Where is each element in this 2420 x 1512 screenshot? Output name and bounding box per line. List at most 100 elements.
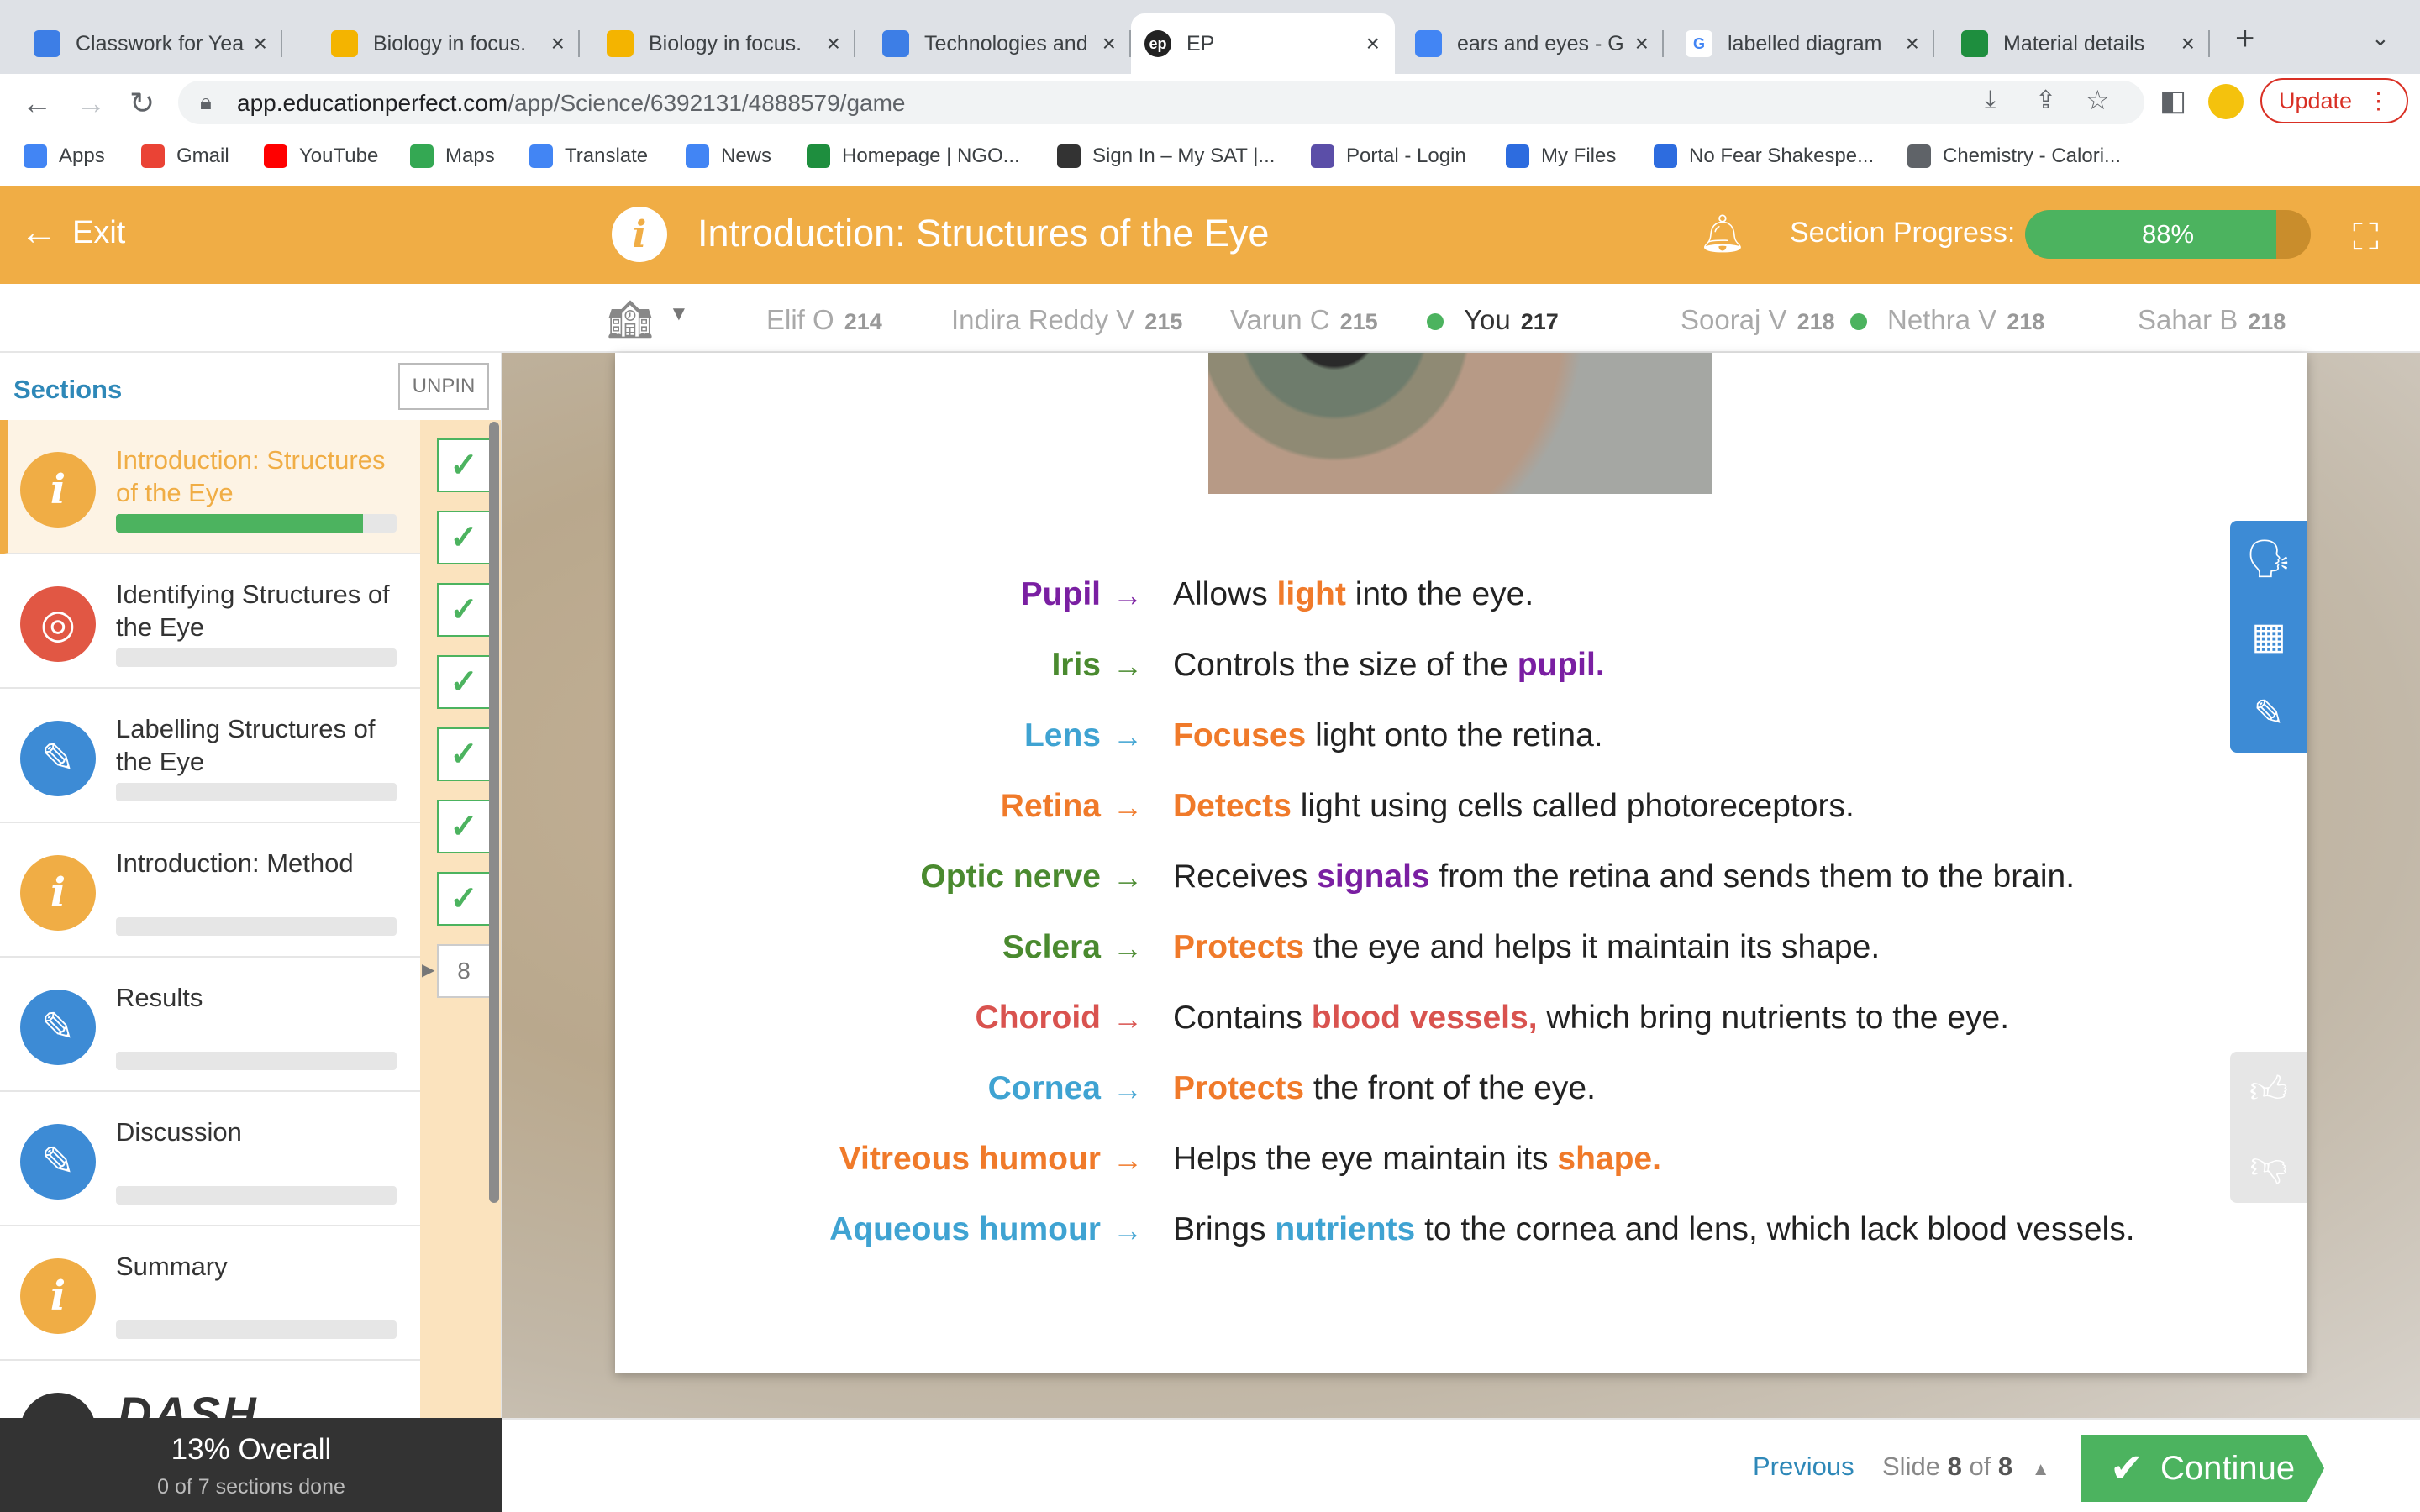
bookmark-item[interactable]: YouTube: [264, 144, 378, 168]
text-to-speech-icon[interactable]: 🗣︎: [2230, 521, 2307, 596]
arrow-left-icon: ←: [20, 212, 57, 253]
section-item[interactable]: ✎ Discussion: [0, 1092, 420, 1226]
section-item[interactable]: ✎ Labelling Structures of the Eye: [0, 689, 420, 823]
browser-tab[interactable]: Biology in focus. ×: [318, 13, 580, 74]
close-tab-icon[interactable]: ×: [827, 30, 840, 57]
forward-icon[interactable]: →: [76, 86, 106, 121]
bookmark-item[interactable]: Homepage | NGO...: [807, 144, 1020, 168]
bell-icon[interactable]: 🔔︎: [1699, 212, 1746, 255]
info-icon: i: [20, 452, 96, 528]
current-slide-marker[interactable]: 8: [437, 944, 491, 998]
tab-title: ears and eyes - G: [1457, 31, 1624, 55]
maps-icon: [410, 144, 434, 168]
slide-complete-check-icon[interactable]: ✓: [437, 872, 491, 926]
structure-description: Protects the eye and helps it maintain i…: [1173, 929, 1880, 966]
lock-icon: 🔒︎: [200, 89, 212, 114]
slide-complete-check-icon[interactable]: ✓: [437, 800, 491, 853]
google-icon: G: [1686, 30, 1712, 57]
bookmark-item[interactable]: News: [686, 144, 771, 168]
install-icon[interactable]: ⤓: [1985, 86, 1996, 114]
thumbs-down-icon[interactable]: 👎︎: [2230, 1127, 2307, 1203]
new-tab-icon[interactable]: +: [2235, 20, 2254, 58]
section-item[interactable]: i Introduction: Method: [0, 823, 420, 958]
section-item[interactable]: ✎ Results: [0, 958, 420, 1092]
chevron-down-icon[interactable]: ▼: [669, 302, 689, 326]
structure-term: Pupil: [1020, 576, 1101, 612]
section-item[interactable]: ◎ Identifying Structures of the Eye: [0, 554, 420, 689]
info-icon: i: [20, 855, 96, 931]
close-tab-icon[interactable]: ×: [551, 30, 565, 57]
update-label: Update: [2278, 87, 2353, 113]
bookmark-item[interactable]: Gmail: [141, 144, 229, 168]
bookmark-star-icon[interactable]: ☆: [2086, 84, 2110, 116]
section-item[interactable]: i Introduction: Structures of the Eye: [0, 420, 420, 554]
sidebar-scrollbar[interactable]: [489, 422, 499, 1203]
close-tab-icon[interactable]: ×: [254, 30, 267, 57]
keyword: signals: [1317, 858, 1430, 895]
player-score: 214: [844, 309, 882, 334]
slide-complete-check-icon[interactable]: ✓: [437, 655, 491, 709]
section-item[interactable]: i Summary: [0, 1226, 420, 1361]
share-icon[interactable]: ⇪: [2035, 86, 2056, 115]
back-icon[interactable]: ←: [22, 86, 52, 121]
previous-button[interactable]: Previous: [1753, 1452, 1854, 1482]
slide-complete-check-icon[interactable]: ✓: [437, 583, 491, 637]
browser-tab[interactable]: ears and eyes - G ×: [1402, 13, 1664, 74]
close-tab-icon[interactable]: ×: [1635, 30, 1649, 57]
pencil-icon: ✎: [20, 721, 96, 796]
info-icon: i: [20, 1258, 96, 1334]
structure-term: Lens: [1023, 717, 1101, 753]
update-button[interactable]: Update ⋮: [2260, 78, 2408, 123]
browser-tab[interactable]: Glabelled diagram ×: [1672, 13, 1934, 74]
bookmark-item[interactable]: Portal - Login: [1311, 144, 1466, 168]
browser-tab[interactable]: Biology in focus. ×: [593, 13, 855, 74]
bookmark-item[interactable]: No Fear Shakespe...: [1654, 144, 1874, 168]
browser-tab[interactable]: Classwork for Yea ×: [20, 13, 282, 74]
calculator-icon[interactable]: ▦: [2230, 598, 2307, 674]
address-bar[interactable]: 🔒︎ app.educationperfect.com/app/Science/…: [178, 81, 2144, 124]
browser-tab[interactable]: ep EP ×: [1131, 13, 1395, 74]
close-tab-icon[interactable]: ×: [2181, 30, 2195, 57]
slide-complete-check-icon[interactable]: ✓: [437, 511, 491, 564]
reload-icon[interactable]: ↻: [129, 86, 155, 121]
tab-list-chevron-icon[interactable]: ⌄: [2371, 25, 2390, 51]
description-text: which bring nutrients to the eye.: [1537, 1000, 2010, 1036]
leaderboard-entry: You 217: [1427, 304, 1559, 336]
scratchpad-pen-icon[interactable]: ✎: [2230, 675, 2307, 751]
bookmark-item[interactable]: Sign In – My SAT |...: [1057, 144, 1275, 168]
gmail-icon: [141, 144, 165, 168]
bookmark-item[interactable]: Translate: [529, 144, 648, 168]
sidepanel-icon[interactable]: ◧: [2160, 84, 2186, 118]
browser-tab[interactable]: Material details ×: [1948, 13, 2210, 74]
bookmark-item[interactable]: Apps: [24, 144, 105, 168]
bookmark-item[interactable]: Chemistry - Calori...: [1907, 144, 2121, 168]
bookmark-item[interactable]: Maps: [410, 144, 495, 168]
classroom-icon: [34, 30, 60, 57]
url-text: app.educationperfect.com/app/Science/639…: [237, 90, 906, 117]
slide-indicator[interactable]: Slide 8 of 8 ▲: [1882, 1452, 2050, 1482]
continue-button[interactable]: ✔ Continue: [2081, 1435, 2324, 1502]
description-text: Helps the eye maintain its: [1173, 1141, 1558, 1177]
slide-complete-check-icon[interactable]: ✓: [437, 438, 491, 492]
folder-icon: [1907, 144, 1931, 168]
structure-term: Sclera: [1002, 929, 1101, 965]
section-label: Introduction: Structures of the Eye: [116, 445, 386, 507]
close-tab-icon[interactable]: ×: [1366, 30, 1380, 57]
thumbs-up-icon[interactable]: 👍︎: [2230, 1052, 2307, 1127]
keyword: pupil.: [1517, 647, 1605, 683]
unpin-button[interactable]: UNPIN: [398, 363, 489, 410]
fullscreen-icon[interactable]: ⛶: [2353, 217, 2379, 259]
slide-complete-check-icon[interactable]: ✓: [437, 727, 491, 781]
section-item[interactable]: ▸ DASH: [0, 1361, 420, 1418]
section-progress-bar: [116, 648, 397, 667]
bookmark-item[interactable]: My Files: [1506, 144, 1616, 168]
translate-icon: [529, 144, 553, 168]
exit-button[interactable]: ← Exit: [20, 212, 125, 254]
close-tab-icon[interactable]: ×: [1102, 30, 1116, 57]
profile-avatar-icon[interactable]: [2208, 84, 2244, 119]
player-score: 217: [1520, 309, 1559, 334]
school-icon[interactable]: 🏫︎: [607, 297, 654, 341]
browser-toolbar: ← → ↻ 🔒︎ app.educationperfect.com/app/Sc…: [0, 74, 2420, 129]
close-tab-icon[interactable]: ×: [1906, 30, 1919, 57]
browser-tab[interactable]: Technologies and ×: [869, 13, 1131, 74]
